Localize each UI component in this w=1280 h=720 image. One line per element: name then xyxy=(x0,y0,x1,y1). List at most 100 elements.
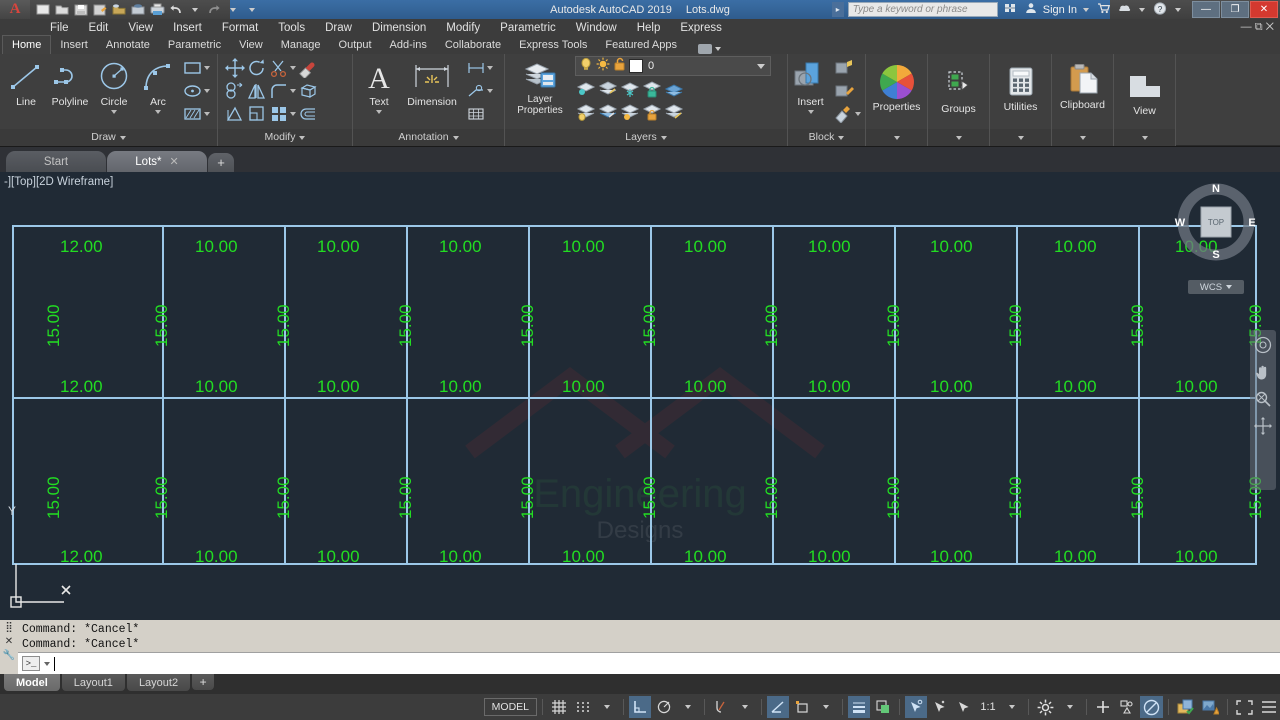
dim-linear-icon[interactable] xyxy=(465,58,486,79)
hatch-dropdown-icon[interactable] xyxy=(204,112,210,116)
close-button[interactable]: ✕ xyxy=(1250,1,1278,18)
redo-dropdown-icon[interactable] xyxy=(224,2,242,18)
isolate-objects-icon[interactable] xyxy=(1116,696,1138,718)
panel-layers-expand-icon[interactable] xyxy=(660,135,667,140)
tab-addins[interactable]: Add-ins xyxy=(381,36,436,54)
viewport-label[interactable]: -][Top][2D Wireframe] xyxy=(4,176,113,188)
layout-tab-layout2[interactable]: Layout2 xyxy=(126,674,191,691)
wcs-selector[interactable]: WCS xyxy=(1188,280,1244,294)
utilities-button[interactable]: Utilities xyxy=(994,62,1047,113)
menu-format[interactable]: Format xyxy=(212,19,268,37)
edit-block-icon[interactable] xyxy=(833,81,854,102)
unlock-icon[interactable] xyxy=(613,57,626,76)
panel-groups-expand-icon[interactable] xyxy=(955,135,962,140)
hardware-status-icon[interactable] xyxy=(1174,696,1197,718)
panel-title-annotation[interactable]: Annotation xyxy=(353,129,504,146)
cloud-dropdown-icon[interactable] xyxy=(1137,7,1147,12)
fillet-dropdown-icon[interactable] xyxy=(290,89,296,93)
panel-title-block[interactable]: Block xyxy=(788,129,865,146)
restore-button[interactable]: ❐ xyxy=(1221,1,1249,18)
panel-draw-expand-icon[interactable] xyxy=(119,135,126,140)
panel-properties-expand-icon[interactable] xyxy=(893,135,900,140)
hatch-icon[interactable] xyxy=(182,104,203,125)
snap-mode-toggle[interactable] xyxy=(572,696,594,718)
panel-title-view[interactable] xyxy=(1114,129,1175,146)
line-button[interactable]: Line xyxy=(4,57,48,108)
drawing-canvas[interactable]: -][Top][2D Wireframe] Engineering Design… xyxy=(0,172,1280,620)
hardware-acceleration-icon[interactable] xyxy=(1140,696,1163,718)
array-dropdown-icon[interactable] xyxy=(290,112,296,116)
open-cloud-icon[interactable] xyxy=(110,2,128,18)
panel-title-properties[interactable] xyxy=(866,129,927,146)
open-icon[interactable] xyxy=(53,2,71,18)
panel-title-draw[interactable]: Draw xyxy=(0,129,217,146)
layer-match-icon[interactable] xyxy=(597,102,618,123)
tab-output[interactable]: Output xyxy=(330,36,381,54)
trim-dropdown-icon[interactable] xyxy=(290,66,296,70)
panel-modify-expand-icon[interactable] xyxy=(299,135,306,140)
menu-dimension[interactable]: Dimension xyxy=(362,19,436,37)
panel-title-utilities[interactable] xyxy=(990,129,1051,146)
grid-display-toggle[interactable] xyxy=(548,696,570,718)
workspace-dropdown-icon[interactable] xyxy=(1059,696,1081,718)
tab-view[interactable]: View xyxy=(230,36,272,54)
arc-dropdown-icon[interactable] xyxy=(155,110,161,114)
menu-edit[interactable]: Edit xyxy=(79,19,119,37)
help-dropdown-icon[interactable] xyxy=(1173,7,1183,12)
layer-freeze-icon[interactable] xyxy=(619,79,640,100)
menu-draw[interactable]: Draw xyxy=(315,19,362,37)
infocenter-icon[interactable] xyxy=(1002,2,1019,17)
user-icon[interactable] xyxy=(1023,2,1039,17)
layer-color-swatch[interactable] xyxy=(629,59,643,73)
transparency-toggle[interactable] xyxy=(872,696,894,718)
file-tab-start[interactable]: Start xyxy=(6,151,106,172)
panel-title-layers[interactable]: Layers xyxy=(505,129,787,146)
layout-tab-layout1[interactable]: Layout1 xyxy=(61,674,125,691)
layer-combo-dropdown-icon[interactable] xyxy=(757,63,765,69)
polar-dropdown-icon[interactable] xyxy=(677,696,699,718)
offset-icon[interactable] xyxy=(297,104,318,125)
save-cloud-icon[interactable] xyxy=(129,2,147,18)
no-warnings-icon[interactable] xyxy=(1199,696,1222,718)
saveas-icon[interactable] xyxy=(91,2,109,18)
panel-clipboard-expand-icon[interactable] xyxy=(1079,135,1086,140)
tab-express-tools[interactable]: Express Tools xyxy=(510,36,596,54)
erase-icon[interactable] xyxy=(297,58,318,79)
tab-manage[interactable]: Manage xyxy=(272,36,330,54)
edit-attribute-icon[interactable] xyxy=(833,104,854,125)
new-layout-button[interactable]: + xyxy=(192,674,215,690)
tab-featured-apps[interactable]: Featured Apps xyxy=(596,36,686,54)
lineweight-toggle[interactable] xyxy=(848,696,870,718)
properties-button[interactable]: Properties xyxy=(870,62,923,113)
search-input[interactable]: Type a keyword or phrase xyxy=(847,2,998,17)
scale-dropdown-icon[interactable] xyxy=(1001,696,1023,718)
ellipse-dropdown-icon[interactable] xyxy=(204,89,210,93)
menu-express[interactable]: Express xyxy=(670,19,732,37)
command-input[interactable]: >_ xyxy=(18,652,1280,674)
groups-button[interactable]: Groups xyxy=(932,64,985,115)
dim-linear-dropdown-icon[interactable] xyxy=(487,66,493,70)
extrude-icon[interactable] xyxy=(297,81,318,102)
menu-view[interactable]: View xyxy=(118,19,163,37)
panel-title-groups[interactable] xyxy=(928,129,989,146)
mirror-icon[interactable] xyxy=(246,81,267,102)
menu-help[interactable]: Help xyxy=(627,19,671,37)
annotation-visibility-plus-icon[interactable] xyxy=(1092,696,1114,718)
layer-delete-icon[interactable] xyxy=(663,102,684,123)
create-block-icon[interactable] xyxy=(833,58,854,79)
menu-window[interactable]: Window xyxy=(566,19,627,37)
annotation-monitor-toggle[interactable] xyxy=(929,696,951,718)
tab-home[interactable]: Home xyxy=(2,35,52,54)
annotation-scale-value[interactable]: 1:1 xyxy=(977,696,999,718)
object-snap-tracking-toggle[interactable] xyxy=(791,696,813,718)
polar-tracking-toggle[interactable] xyxy=(653,696,675,718)
snap-dropdown-icon[interactable] xyxy=(596,696,618,718)
lightbulb-on-icon[interactable] xyxy=(579,57,593,76)
pan-hand-icon[interactable] xyxy=(1252,361,1274,383)
document-window-controls[interactable]: — ⧉ ✕ xyxy=(1241,21,1274,34)
customization-icon[interactable] xyxy=(1258,696,1280,718)
undo-dropdown-icon[interactable] xyxy=(186,2,204,18)
scale-icon[interactable] xyxy=(246,104,267,125)
insert-block-button[interactable]: Insert xyxy=(790,57,831,114)
minimize-button[interactable]: — xyxy=(1192,1,1220,18)
